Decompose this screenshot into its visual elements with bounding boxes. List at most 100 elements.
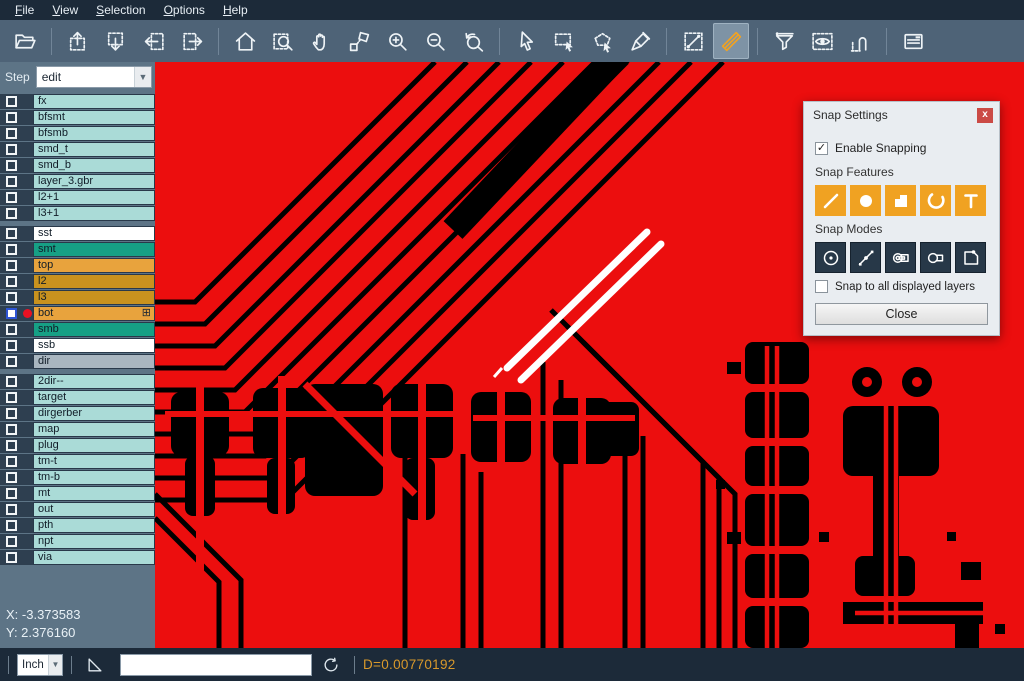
layer-row[interactable]: bfsmt	[0, 110, 155, 125]
tool-measure-line-button[interactable]	[675, 23, 711, 59]
layer-row[interactable]: l2	[0, 274, 155, 289]
layer-name-cell[interactable]: bfsmt	[33, 110, 155, 125]
layer-name-cell[interactable]: l2+1	[33, 190, 155, 205]
layer-row[interactable]: 2dir--	[0, 374, 155, 389]
mode-center-button[interactable]	[815, 242, 846, 273]
menu-options[interactable]: Options	[164, 3, 205, 17]
layer-visibility-checkbox[interactable]	[6, 472, 17, 483]
layer-visibility-checkbox[interactable]	[6, 128, 17, 139]
layer-row[interactable]: map	[0, 422, 155, 437]
layer-name-cell[interactable]: via	[33, 550, 155, 565]
layer-visibility-checkbox[interactable]	[6, 456, 17, 467]
close-button[interactable]: Close	[815, 303, 988, 325]
layer-name-cell[interactable]: smt	[33, 242, 155, 257]
layer-row[interactable]: target	[0, 390, 155, 405]
layer-name-cell[interactable]: pth	[33, 518, 155, 533]
unit-select[interactable]: Inch ▼	[17, 654, 63, 676]
snap-text-button[interactable]	[955, 185, 986, 216]
layer-row[interactable]: layer_3.gbr	[0, 174, 155, 189]
layer-row[interactable]: plug	[0, 438, 155, 453]
layer-visibility-checkbox[interactable]	[6, 276, 17, 287]
layer-visibility-checkbox[interactable]	[6, 324, 17, 335]
layer-name-cell[interactable]: sst	[33, 226, 155, 241]
mode-on-element-button[interactable]	[850, 242, 881, 273]
layer-visibility-checkbox[interactable]	[6, 520, 17, 531]
tool-zoom-window-button[interactable]	[265, 23, 301, 59]
snap-surface-button[interactable]	[885, 185, 916, 216]
layer-name-cell[interactable]: mt	[33, 486, 155, 501]
layer-row[interactable]: tm-t	[0, 454, 155, 469]
snap-circle-button[interactable]	[850, 185, 881, 216]
layer-visibility-checkbox[interactable]	[6, 488, 17, 499]
tool-select-rect-button[interactable]	[546, 23, 582, 59]
layer-visibility-checkbox[interactable]	[6, 176, 17, 187]
layer-visibility-checkbox[interactable]	[6, 244, 17, 255]
layer-visibility-checkbox[interactable]	[6, 392, 17, 403]
layer-visibility-checkbox[interactable]	[6, 292, 17, 303]
layer-visibility-checkbox[interactable]	[6, 160, 17, 171]
tool-home-button[interactable]	[227, 23, 263, 59]
menu-file[interactable]: File	[15, 3, 34, 17]
tool-open-folder-button[interactable]	[7, 23, 43, 59]
layer-name-cell[interactable]: smd_b	[33, 158, 155, 173]
layer-visibility-checkbox[interactable]	[6, 112, 17, 123]
layer-name-cell[interactable]: ssb	[33, 338, 155, 353]
menu-selection[interactable]: Selection	[96, 3, 145, 17]
tool-import-down-button[interactable]	[98, 23, 134, 59]
layer-visibility-checkbox[interactable]	[6, 208, 17, 219]
all-layers-checkbox[interactable]	[815, 280, 828, 293]
layer-row[interactable]: fx	[0, 94, 155, 109]
layer-name-cell[interactable]: tm-b	[33, 470, 155, 485]
layer-visibility-checkbox[interactable]	[6, 536, 17, 547]
mode-slot-button[interactable]	[920, 242, 951, 273]
layer-name-cell[interactable]: l3+1	[33, 206, 155, 221]
layer-name-cell[interactable]: map	[33, 422, 155, 437]
layer-name-cell[interactable]: npt	[33, 534, 155, 549]
layer-row[interactable]: l3	[0, 290, 155, 305]
layer-row[interactable]: npt	[0, 534, 155, 549]
layer-row[interactable]: top	[0, 258, 155, 273]
layer-visibility-checkbox[interactable]	[6, 440, 17, 451]
tool-ruler-button[interactable]	[713, 23, 749, 59]
layer-visibility-checkbox[interactable]	[6, 192, 17, 203]
layer-row[interactable]: out	[0, 502, 155, 517]
layer-name-cell[interactable]: plug	[33, 438, 155, 453]
layer-row[interactable]: smd_t	[0, 142, 155, 157]
layer-visibility-checkbox[interactable]	[6, 424, 17, 435]
layer-name-cell[interactable]: smd_t	[33, 142, 155, 157]
tool-select-polygon-button[interactable]	[584, 23, 620, 59]
layer-row[interactable]: sst	[0, 226, 155, 241]
layer-row[interactable]: l2+1	[0, 190, 155, 205]
mode-slot-key-button[interactable]	[885, 242, 916, 273]
layer-row[interactable]: tm-b	[0, 470, 155, 485]
tool-zoom-object-button[interactable]	[341, 23, 377, 59]
layer-name-cell[interactable]: dirgerber	[33, 406, 155, 421]
layer-row[interactable]: via	[0, 550, 155, 565]
layer-visibility-checkbox[interactable]	[6, 340, 17, 351]
layer-visibility-checkbox[interactable]	[6, 408, 17, 419]
menu-view[interactable]: View	[52, 3, 78, 17]
tool-snap-magnet-button[interactable]	[842, 23, 878, 59]
enable-snapping-row[interactable]: ✓ Enable Snapping	[815, 141, 988, 155]
layer-row[interactable]: smd_b	[0, 158, 155, 173]
layer-visibility-checkbox[interactable]	[6, 144, 17, 155]
layer-visibility-checkbox[interactable]	[6, 552, 17, 563]
snap-arc-button[interactable]	[920, 185, 951, 216]
layer-visibility-checkbox[interactable]	[6, 96, 17, 107]
refresh-circle-icon[interactable]	[320, 654, 342, 676]
layer-visibility-checkbox[interactable]	[6, 376, 17, 387]
layer-name-cell[interactable]: out	[33, 502, 155, 517]
layer-name-cell[interactable]: l2	[33, 274, 155, 289]
layer-visibility-checkbox[interactable]	[6, 308, 17, 319]
layer-row[interactable]: smb	[0, 322, 155, 337]
close-icon[interactable]: x	[977, 108, 993, 123]
all-layers-row[interactable]: Snap to all displayed layers	[815, 280, 988, 293]
step-select[interactable]: edit ▼	[36, 66, 152, 88]
tool-nav-prev-button[interactable]	[136, 23, 172, 59]
measure-input[interactable]	[120, 654, 312, 676]
layer-row[interactable]: pth	[0, 518, 155, 533]
tool-export-up-button[interactable]	[60, 23, 96, 59]
layer-row[interactable]: bot ⊞	[0, 306, 155, 321]
tool-filter-funnel-button[interactable]	[766, 23, 802, 59]
layer-name-cell[interactable]: fx	[33, 94, 155, 109]
